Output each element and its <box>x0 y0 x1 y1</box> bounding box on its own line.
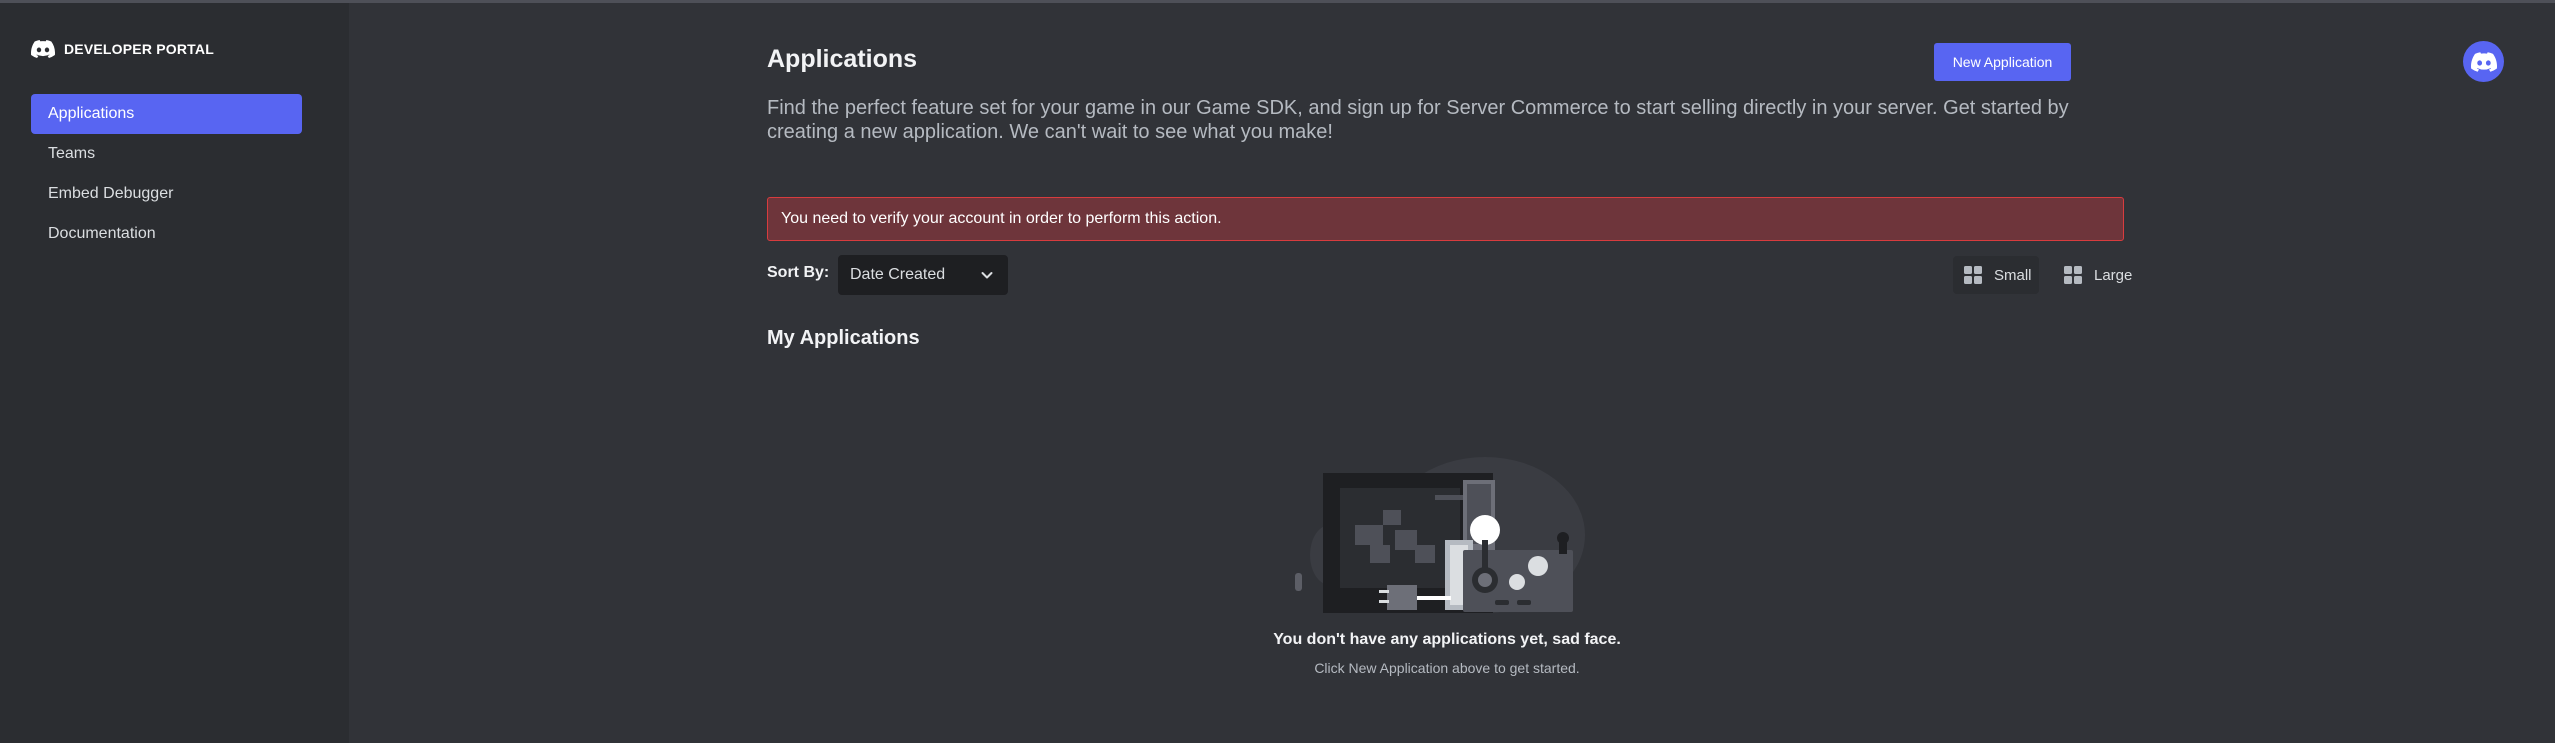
empty-state-subtitle: Click New Application above to get start… <box>1314 660 1580 676</box>
new-application-button[interactable]: New Application <box>1934 43 2071 81</box>
grid-small-icon <box>1964 266 1982 284</box>
view-small-button[interactable]: Small <box>1953 256 2039 294</box>
discord-logo-icon <box>31 40 55 58</box>
verify-account-alert: You need to verify your account in order… <box>767 197 2124 241</box>
arcade-cabinet-illustration <box>1295 457 1585 613</box>
sort-by-value: Date Created <box>850 266 946 283</box>
chevron-down-icon <box>981 272 993 279</box>
sidebar-item-embed-debugger[interactable]: Embed Debugger <box>31 174 302 214</box>
discord-logo-icon <box>2470 51 2497 72</box>
sort-by-label: Sort By: <box>767 264 830 281</box>
empty-state-title: You don't have any applications yet, sad… <box>1273 631 1621 648</box>
user-avatar[interactable] <box>2463 41 2504 82</box>
sidebar-item-teams[interactable]: Teams <box>31 134 302 174</box>
main-content: Applications New Application Find the pe… <box>767 0 2132 743</box>
sidebar: DEVELOPER PORTAL Applications Teams Embe… <box>0 3 349 743</box>
brand[interactable]: DEVELOPER PORTAL <box>31 40 214 58</box>
sort-by-select[interactable]: Date Created <box>838 255 1008 295</box>
alert-text: You need to verify your account in order… <box>781 210 1222 227</box>
page-title: Applications <box>767 45 918 73</box>
grid-large-icon <box>2064 266 2082 284</box>
view-large-label: Large <box>2094 266 2133 284</box>
page-description: Find the perfect feature set for your ga… <box>767 97 2069 143</box>
view-large-button[interactable]: Large <box>2053 256 2133 294</box>
sidebar-item-applications[interactable]: Applications <box>31 94 302 134</box>
my-applications-heading: My Applications <box>767 327 920 349</box>
view-small-label: Small <box>1994 266 2032 284</box>
sidebar-nav: Applications Teams Embed Debugger Docume… <box>31 94 302 254</box>
sidebar-item-documentation[interactable]: Documentation <box>31 214 302 254</box>
brand-label: DEVELOPER PORTAL <box>64 41 214 57</box>
